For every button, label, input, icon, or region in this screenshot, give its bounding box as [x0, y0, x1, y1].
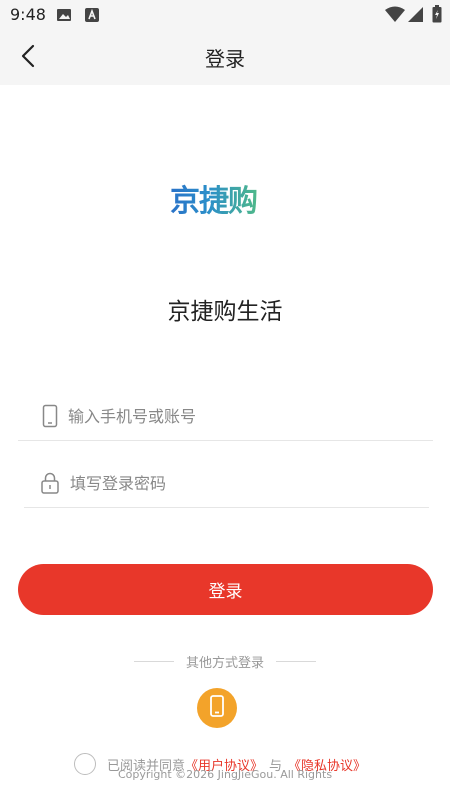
phone-outline-icon: [40, 403, 60, 429]
password-field: [24, 458, 429, 508]
battery-icon: [432, 5, 442, 27]
divider-right: [276, 660, 316, 662]
other-login-row: 其他方式登录: [0, 651, 450, 671]
other-login-label: 其他方式登录: [185, 655, 264, 671]
account-input[interactable]: [68, 401, 408, 431]
logo-text: 京捷购: [170, 176, 258, 220]
image-icon: [56, 7, 72, 27]
page-title: 登录: [205, 47, 245, 71]
wifi-icon: [385, 6, 405, 27]
a-icon: [84, 7, 100, 27]
header: 登录: [0, 30, 450, 85]
phone-icon: [210, 695, 224, 721]
status-time: 9:48: [10, 5, 46, 24]
divider-left: [133, 660, 174, 662]
lock-icon: [40, 470, 60, 496]
login-button[interactable]: 登录: [18, 564, 433, 615]
app-name: 京捷购生活: [167, 299, 283, 325]
account-field: [18, 391, 433, 441]
status-bar: 9:48: [0, 0, 450, 30]
password-input[interactable]: [70, 468, 410, 498]
phone-login-button[interactable]: [197, 688, 237, 728]
copyright-text: Copyright ©2026 JingJieGou. All Rights: [117, 768, 333, 781]
app-logo: 京捷购: [170, 174, 282, 222]
signal-icon: [407, 6, 424, 27]
